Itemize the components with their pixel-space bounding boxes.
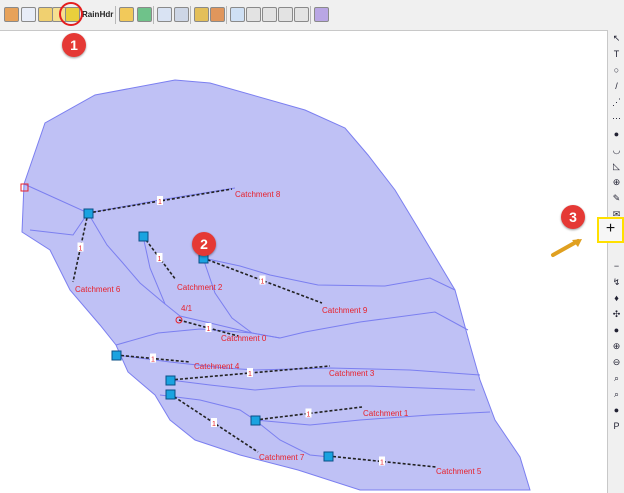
sidebar-tool-19-icon[interactable]: ⊖ [611,357,622,368]
sidebar-tool-21-icon[interactable]: ⌕ [611,389,622,400]
catchment-label-2: Catchment 2 [177,283,223,292]
sidebar-tool-6-icon[interactable]: ● [611,129,622,140]
sidebar-tool-20-icon[interactable]: ⌕ [611,373,622,384]
sidebar-tool-9-icon[interactable]: ⊕ [611,177,622,188]
highlight-circle [59,2,83,26]
step-badge-3: 3 [561,205,585,229]
link-id-label: 1 [380,460,384,467]
sidebar-tool-2-icon[interactable]: ○ [611,65,622,76]
catchment-label-9: Catchment 9 [322,306,368,315]
link-id-label: 1 [212,421,216,428]
manhole-node[interactable] [165,375,176,386]
sidebar-tool-13-icon[interactable]: − [611,261,622,272]
pointer-arrow-icon [551,239,582,257]
manhole-node[interactable] [323,451,334,462]
catchment-label-6: Catchment 6 [75,285,121,294]
catchment-label-8: Catchment 8 [235,190,281,199]
sidebar-tool-7-icon[interactable]: ◡ [611,145,622,156]
sidebar-tool-18-icon[interactable]: ⊕ [611,341,622,352]
link-id-label: 1 [79,246,83,253]
manhole-node[interactable] [83,208,94,219]
sidebar-tool-14-icon[interactable]: ↯ [611,277,622,288]
catchment-map[interactable]: 1 1 1 1 1 1 1 1 1 1 Catchment 8 Catchment 6 Catch… [0,0,605,493]
step-badge-1: 1 [62,33,86,57]
sidebar-tool-1-icon[interactable]: T [611,49,622,60]
sidebar-tool-3-icon[interactable]: / [611,81,622,92]
sidebar-tool-15-icon[interactable]: ♦ [611,293,622,304]
manhole-node[interactable] [111,350,122,361]
drawing-tools-sidebar: ↖ T ○ / ⋰ ⋯ ● ◡ ◺ ⊕ ✎ ✉ − ↯ ♦ ✣ ● ⊕ ⊖ ⌕ ⌕ ● P [607,30,624,493]
step-badge-2: 2 [192,232,216,256]
sidebar-tool-22-icon[interactable]: ● [611,405,622,416]
link-id-label: 1 [248,371,252,378]
link-id-label: 1 [151,357,155,364]
add-node-tool-button[interactable]: + [597,217,624,243]
manhole-node[interactable] [165,389,176,400]
manhole-node[interactable] [250,415,261,426]
catchment-label-1: Catchment 1 [363,409,409,418]
sidebar-tool-5-icon[interactable]: ⋯ [611,113,622,124]
catchment-label-7: Catchment 7 [259,453,305,462]
catchment-label-4: Catchment 4 [194,362,240,371]
sidebar-tool-17-icon[interactable]: ● [611,325,622,336]
catchment-label-5: Catchment 5 [436,467,482,476]
junction-label: 4/1 [181,304,193,313]
sidebar-tool-23-icon[interactable]: P [611,421,622,432]
link-id-label: 1 [207,326,211,333]
sidebar-tool-16-icon[interactable]: ✣ [611,309,622,320]
link-id-label: 1 [158,199,162,206]
manhole-node[interactable] [138,231,149,242]
link-id-label: 1 [261,279,265,286]
link-id-label: 1 [307,412,311,419]
catchment-label-0: Catchment 0 [221,334,267,343]
catchment-label-3: Catchment 3 [329,369,375,378]
sidebar-tool-10-icon[interactable]: ✎ [611,193,622,204]
sidebar-tool-8-icon[interactable]: ◺ [611,161,622,172]
sidebar-tool-4-icon[interactable]: ⋰ [611,97,622,108]
link-id-label: 1 [158,256,162,263]
sidebar-tool-0-icon[interactable]: ↖ [611,33,622,44]
